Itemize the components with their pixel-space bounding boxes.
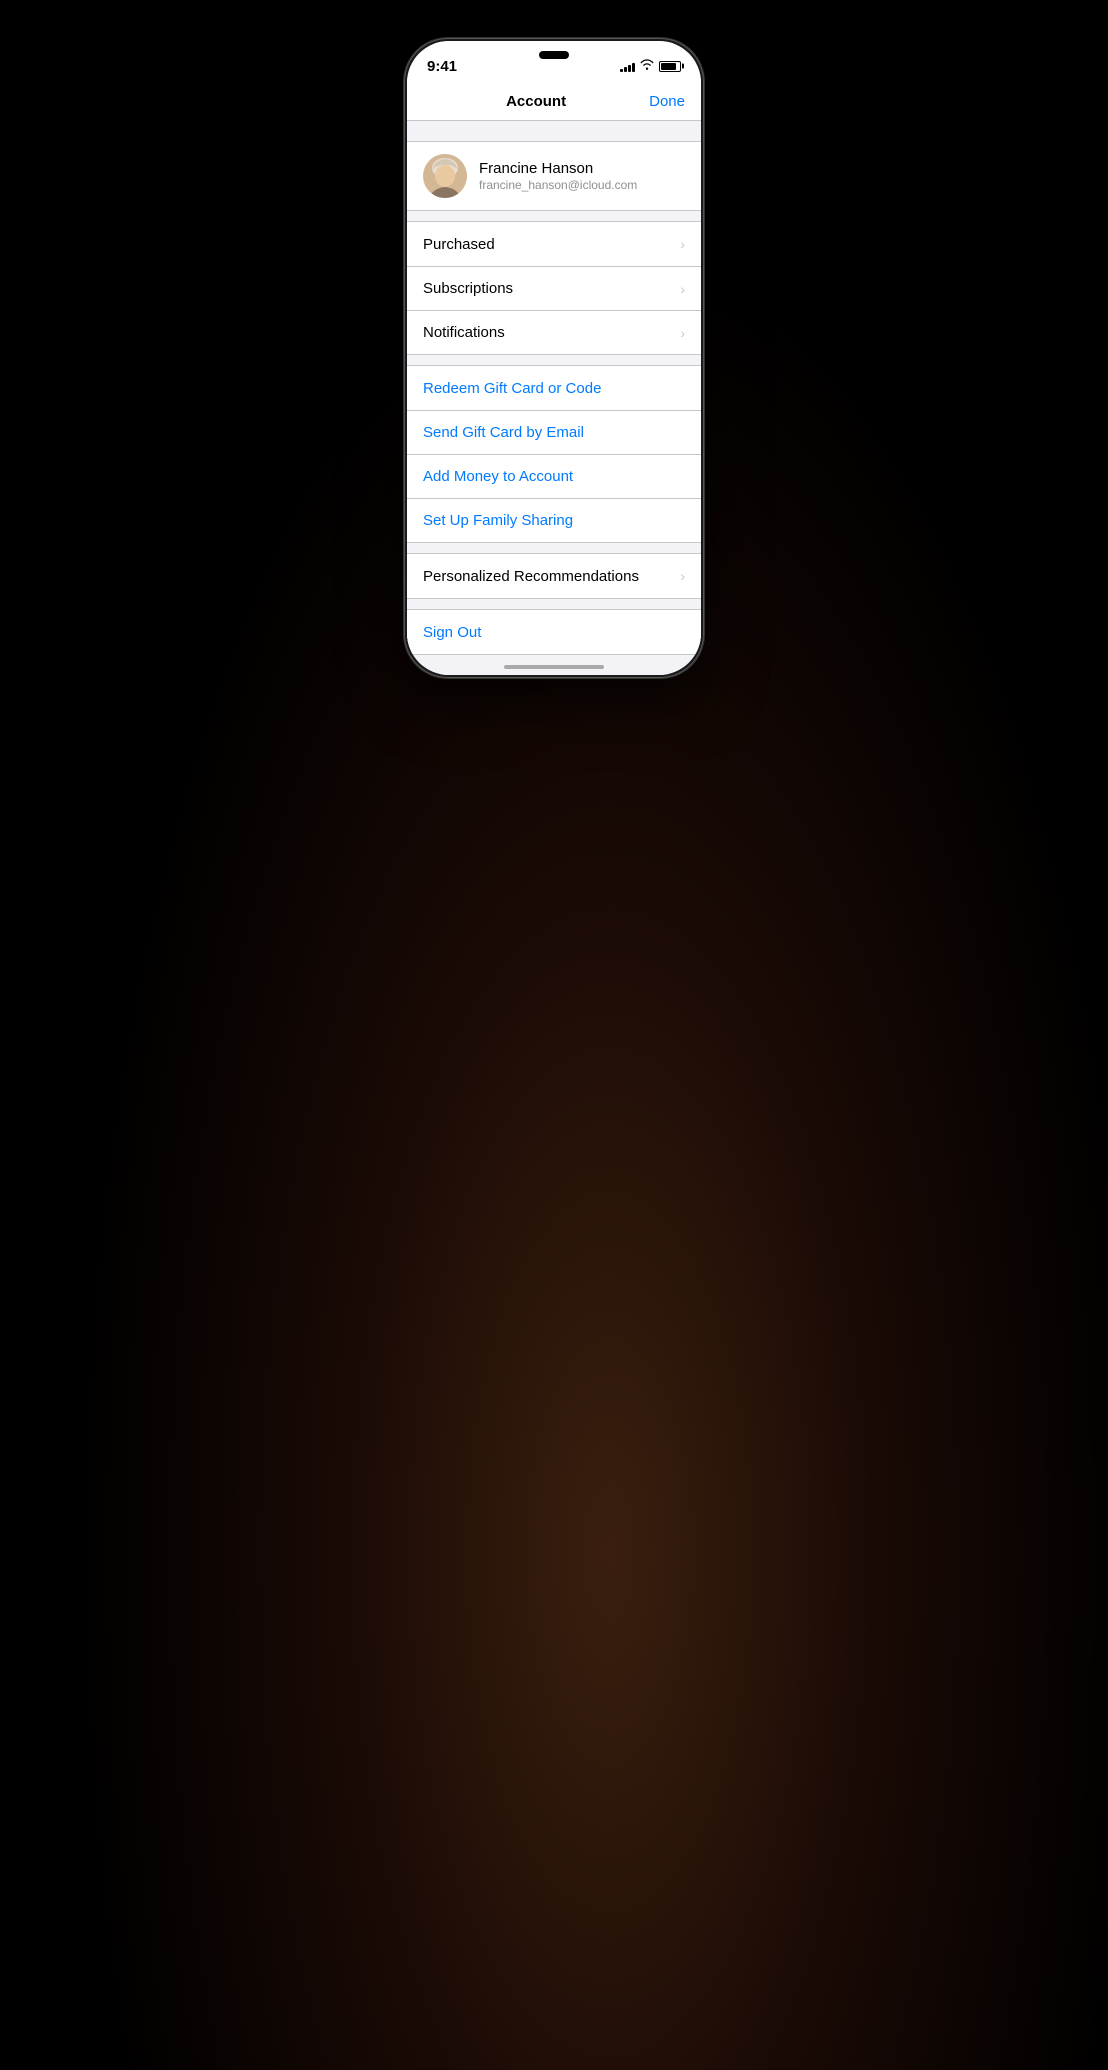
recommendations-chevron-icon: ›: [680, 568, 685, 584]
done-button[interactable]: Done: [649, 93, 685, 110]
family-sharing-label: Set Up Family Sharing: [423, 512, 573, 529]
phone-outer-shell: 9:41: [404, 38, 704, 678]
signal-bar-3: [628, 65, 631, 72]
send-giftcard-label: Send Gift Card by Email: [423, 424, 584, 441]
gap-3: [407, 543, 701, 553]
purchased-row[interactable]: Purchased ›: [407, 222, 701, 266]
signal-bars-icon: [620, 61, 635, 72]
user-name: Francine Hanson: [479, 160, 685, 177]
signout-section: Sign Out: [407, 609, 701, 655]
add-money-label: Add Money to Account: [423, 468, 573, 485]
redeem-label: Redeem Gift Card or Code: [423, 380, 601, 397]
purchased-label: Purchased: [423, 236, 495, 253]
user-info: Francine Hanson francine_hanson@icloud.c…: [479, 160, 685, 192]
recommendations-section: Personalized Recommendations ›: [407, 553, 701, 599]
phone-screen: 9:41: [407, 41, 701, 675]
user-email: francine_hanson@icloud.com: [479, 178, 685, 192]
profile-card[interactable]: Francine Hanson francine_hanson@icloud.c…: [407, 141, 701, 211]
content-area: Francine Hanson francine_hanson@icloud.c…: [407, 121, 701, 675]
signal-bar-1: [620, 69, 623, 72]
giftcard-section: Redeem Gift Card or Code Send Gift Card …: [407, 365, 701, 543]
sign-out-label: Sign Out: [423, 624, 481, 641]
user-avatar: [423, 154, 467, 198]
subscriptions-row[interactable]: Subscriptions ›: [407, 266, 701, 310]
gap-top: [407, 121, 701, 131]
nav-title: Account: [506, 93, 566, 110]
status-time: 9:41: [427, 58, 457, 75]
signal-bar-4: [632, 63, 635, 72]
subscriptions-chevron-icon: ›: [680, 281, 685, 297]
dynamic-island: [539, 51, 569, 59]
battery-fill: [661, 63, 676, 70]
battery-icon: [659, 61, 681, 72]
personalized-recommendations-label: Personalized Recommendations: [423, 568, 639, 585]
send-giftcard-row[interactable]: Send Gift Card by Email: [407, 410, 701, 454]
gap-1: [407, 211, 701, 221]
status-bar: 9:41: [407, 41, 701, 85]
wifi-icon: [640, 59, 654, 73]
main-section: Purchased › Subscriptions › Notification…: [407, 221, 701, 355]
signal-bar-2: [624, 67, 627, 72]
notifications-label: Notifications: [423, 324, 505, 341]
home-indicator: [504, 665, 604, 669]
gap-4: [407, 599, 701, 609]
notifications-row[interactable]: Notifications ›: [407, 310, 701, 354]
notifications-chevron-icon: ›: [680, 325, 685, 341]
purchased-chevron-icon: ›: [680, 236, 685, 252]
gap-2: [407, 355, 701, 365]
sign-out-row[interactable]: Sign Out: [407, 610, 701, 654]
status-icons: [620, 59, 681, 73]
redeem-row[interactable]: Redeem Gift Card or Code: [407, 366, 701, 410]
subscriptions-label: Subscriptions: [423, 280, 513, 297]
personalized-recommendations-row[interactable]: Personalized Recommendations ›: [407, 554, 701, 598]
navigation-bar: Account Done: [407, 85, 701, 121]
add-money-row[interactable]: Add Money to Account: [407, 454, 701, 498]
family-sharing-row[interactable]: Set Up Family Sharing: [407, 498, 701, 542]
phone-device: 9:41: [404, 38, 704, 678]
